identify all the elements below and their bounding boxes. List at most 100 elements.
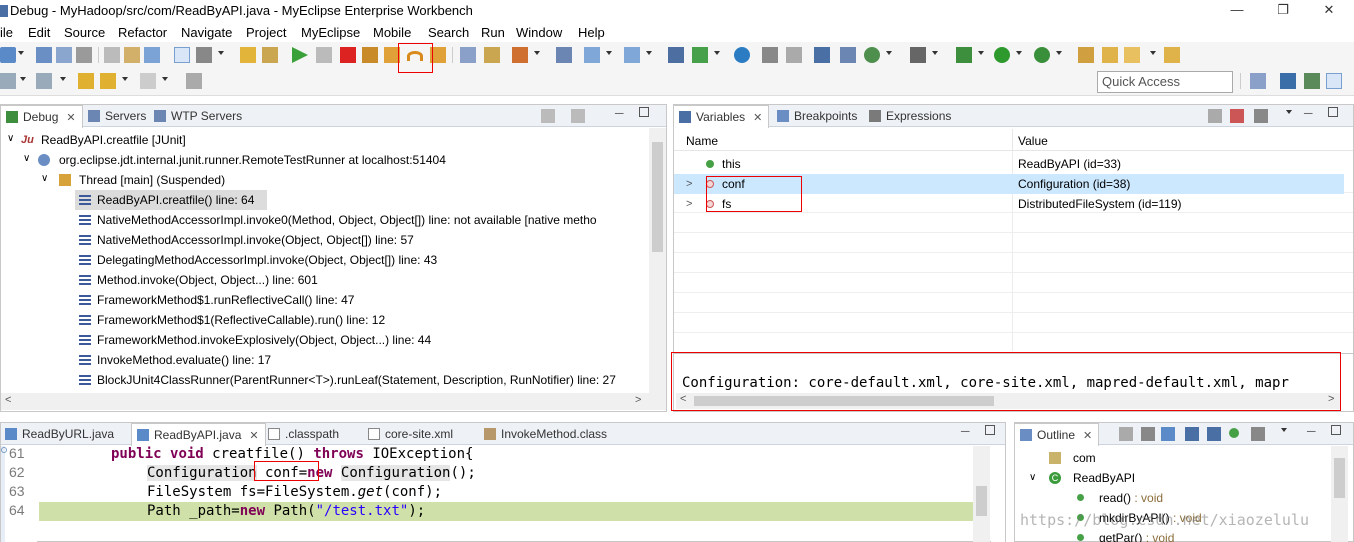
- hide-nonpublic-icon[interactable]: [1229, 428, 1239, 438]
- chevron-down-icon[interactable]: [978, 51, 984, 55]
- menu-myeclipse[interactable]: MyEclipse: [301, 25, 360, 40]
- chevron-right-icon[interactable]: >: [1328, 393, 1334, 405]
- menu-navigate[interactable]: Navigate: [181, 25, 232, 40]
- open-task-icon[interactable]: [1124, 47, 1140, 63]
- tab-wtp-servers[interactable]: WTP Servers: [149, 105, 248, 127]
- globe-icon[interactable]: [734, 47, 750, 63]
- vertical-scrollbar[interactable]: [649, 128, 666, 410]
- tab-readbyapi[interactable]: ReadByAPI.java ✕: [131, 423, 266, 446]
- show-type-names-icon[interactable]: [1208, 109, 1222, 123]
- menu-mobile[interactable]: Mobile: [373, 25, 411, 40]
- chevron-right-icon[interactable]: >: [686, 174, 692, 194]
- chevron-down-icon[interactable]: [60, 77, 66, 81]
- camera-icon[interactable]: [910, 47, 926, 63]
- step-into-icon[interactable]: [384, 47, 400, 63]
- settings-icon[interactable]: [571, 109, 585, 123]
- print-icon[interactable]: [76, 47, 92, 63]
- tab-outline[interactable]: Outline ✕: [1014, 423, 1100, 446]
- column-name[interactable]: Name: [686, 134, 718, 148]
- save-all-icon[interactable]: [56, 47, 72, 63]
- focus-icon[interactable]: [1119, 427, 1133, 441]
- chevron-down-icon[interactable]: [1281, 428, 1287, 432]
- coverage-icon[interactable]: [1034, 47, 1050, 63]
- chevron-down-icon[interactable]: ∨: [41, 169, 48, 189]
- code-line-62[interactable]: Configuration conf=new Configuration();: [147, 464, 476, 483]
- redo-icon[interactable]: [262, 47, 278, 63]
- menu-window[interactable]: Window: [516, 25, 562, 40]
- tab-debug[interactable]: Debug ✕: [0, 105, 83, 128]
- view-menu-icon[interactable]: [1254, 109, 1268, 123]
- maximize-button[interactable]: ❐: [1268, 2, 1298, 20]
- chevron-left-icon[interactable]: <: [5, 394, 11, 406]
- chevron-down-icon[interactable]: [218, 51, 224, 55]
- chevron-down-icon[interactable]: [20, 77, 26, 81]
- layout-icon[interactable]: [840, 47, 856, 63]
- debug-perspective-icon[interactable]: [1326, 73, 1342, 89]
- step-return-icon[interactable]: [430, 47, 446, 63]
- tab-servers[interactable]: Servers: [83, 105, 152, 127]
- maximize-view-button[interactable]: [639, 107, 649, 117]
- minimize-view-button[interactable]: ─: [961, 424, 970, 438]
- minimize-view-button[interactable]: ─: [615, 106, 624, 120]
- chevron-down-icon[interactable]: [886, 51, 892, 55]
- open-folder-icon[interactable]: [1102, 47, 1118, 63]
- chevron-right-icon[interactable]: >: [635, 394, 641, 406]
- disconnect-icon[interactable]: [362, 47, 378, 63]
- vertical-scrollbar[interactable]: [973, 446, 990, 542]
- menu-edit[interactable]: Edit: [28, 25, 50, 40]
- menu-run[interactable]: Run: [481, 25, 505, 40]
- toggle-mark-icon[interactable]: [174, 47, 190, 63]
- tab-invokemethod[interactable]: InvokeMethod.class: [479, 423, 613, 445]
- menu-source[interactable]: Source: [64, 25, 105, 40]
- code-line-64[interactable]: Path _path=new Path("/test.txt");: [147, 502, 425, 521]
- forward-icon[interactable]: [140, 73, 156, 89]
- next-annotation-icon[interactable]: [0, 73, 16, 89]
- column-value[interactable]: Value: [1018, 134, 1048, 148]
- wrench-icon[interactable]: [196, 47, 212, 63]
- run-icon[interactable]: [994, 47, 1010, 63]
- chevron-down-icon[interactable]: [18, 51, 24, 55]
- drop-to-frame-icon[interactable]: [484, 47, 500, 63]
- run-server-icon[interactable]: [692, 47, 708, 63]
- open-type-icon[interactable]: [124, 47, 140, 63]
- chevron-down-icon[interactable]: [1150, 51, 1156, 55]
- variable-row-this[interactable]: this ReadByAPI (id=33): [674, 154, 1344, 174]
- maximize-view-button[interactable]: [985, 425, 995, 435]
- myeclipse-perspective-icon[interactable]: [1304, 73, 1320, 89]
- back-icon[interactable]: [100, 73, 116, 89]
- close-icon[interactable]: ✕: [753, 112, 762, 124]
- menu-refactor[interactable]: Refactor: [118, 25, 167, 40]
- tab-expressions[interactable]: Expressions: [864, 105, 957, 127]
- hide-fields-icon[interactable]: [1185, 427, 1199, 441]
- chevron-down-icon[interactable]: ∨: [1029, 468, 1036, 488]
- new-icon[interactable]: [0, 47, 16, 63]
- cut-icon[interactable]: [762, 47, 778, 63]
- scrollbar-thumb[interactable]: [694, 396, 994, 406]
- last-edit-location-icon[interactable]: [78, 73, 94, 89]
- tab-variables[interactable]: Variables ✕: [673, 105, 770, 128]
- chevron-down-icon[interactable]: [1016, 51, 1022, 55]
- external-tools-icon[interactable]: [1078, 47, 1094, 63]
- new-class-icon[interactable]: [144, 47, 160, 63]
- scrollbar-thumb[interactable]: [652, 142, 663, 252]
- debug-icon[interactable]: [956, 47, 972, 63]
- open-perspective-icon[interactable]: [1250, 73, 1266, 89]
- minimize-view-button[interactable]: ─: [1307, 424, 1316, 438]
- open-resource-icon[interactable]: [1164, 47, 1180, 63]
- variable-row-conf[interactable]: > conf Configuration (id=38): [674, 174, 1344, 194]
- quick-access-input[interactable]: Quick Access: [1097, 71, 1233, 93]
- tab-readbyurl[interactable]: ReadByURL.java: [0, 423, 120, 445]
- build-icon[interactable]: [512, 47, 528, 63]
- undo-icon[interactable]: [240, 47, 256, 63]
- vertical-scrollbar[interactable]: [1331, 446, 1348, 542]
- menu-project[interactable]: Project: [246, 25, 286, 40]
- stack-frame[interactable]: ReadByAPI.creatfile() line: 64: [75, 190, 267, 210]
- scrollbar-thumb[interactable]: [1334, 458, 1345, 498]
- pin-editor-icon[interactable]: [186, 73, 202, 89]
- hide-static-icon[interactable]: [1207, 427, 1221, 441]
- chevron-down-icon[interactable]: ∨: [7, 129, 14, 149]
- horizontal-scrollbar[interactable]: < >: [676, 393, 1340, 409]
- close-icon[interactable]: ✕: [66, 112, 75, 124]
- deploy-icon[interactable]: [584, 47, 600, 63]
- save-icon[interactable]: [36, 47, 52, 63]
